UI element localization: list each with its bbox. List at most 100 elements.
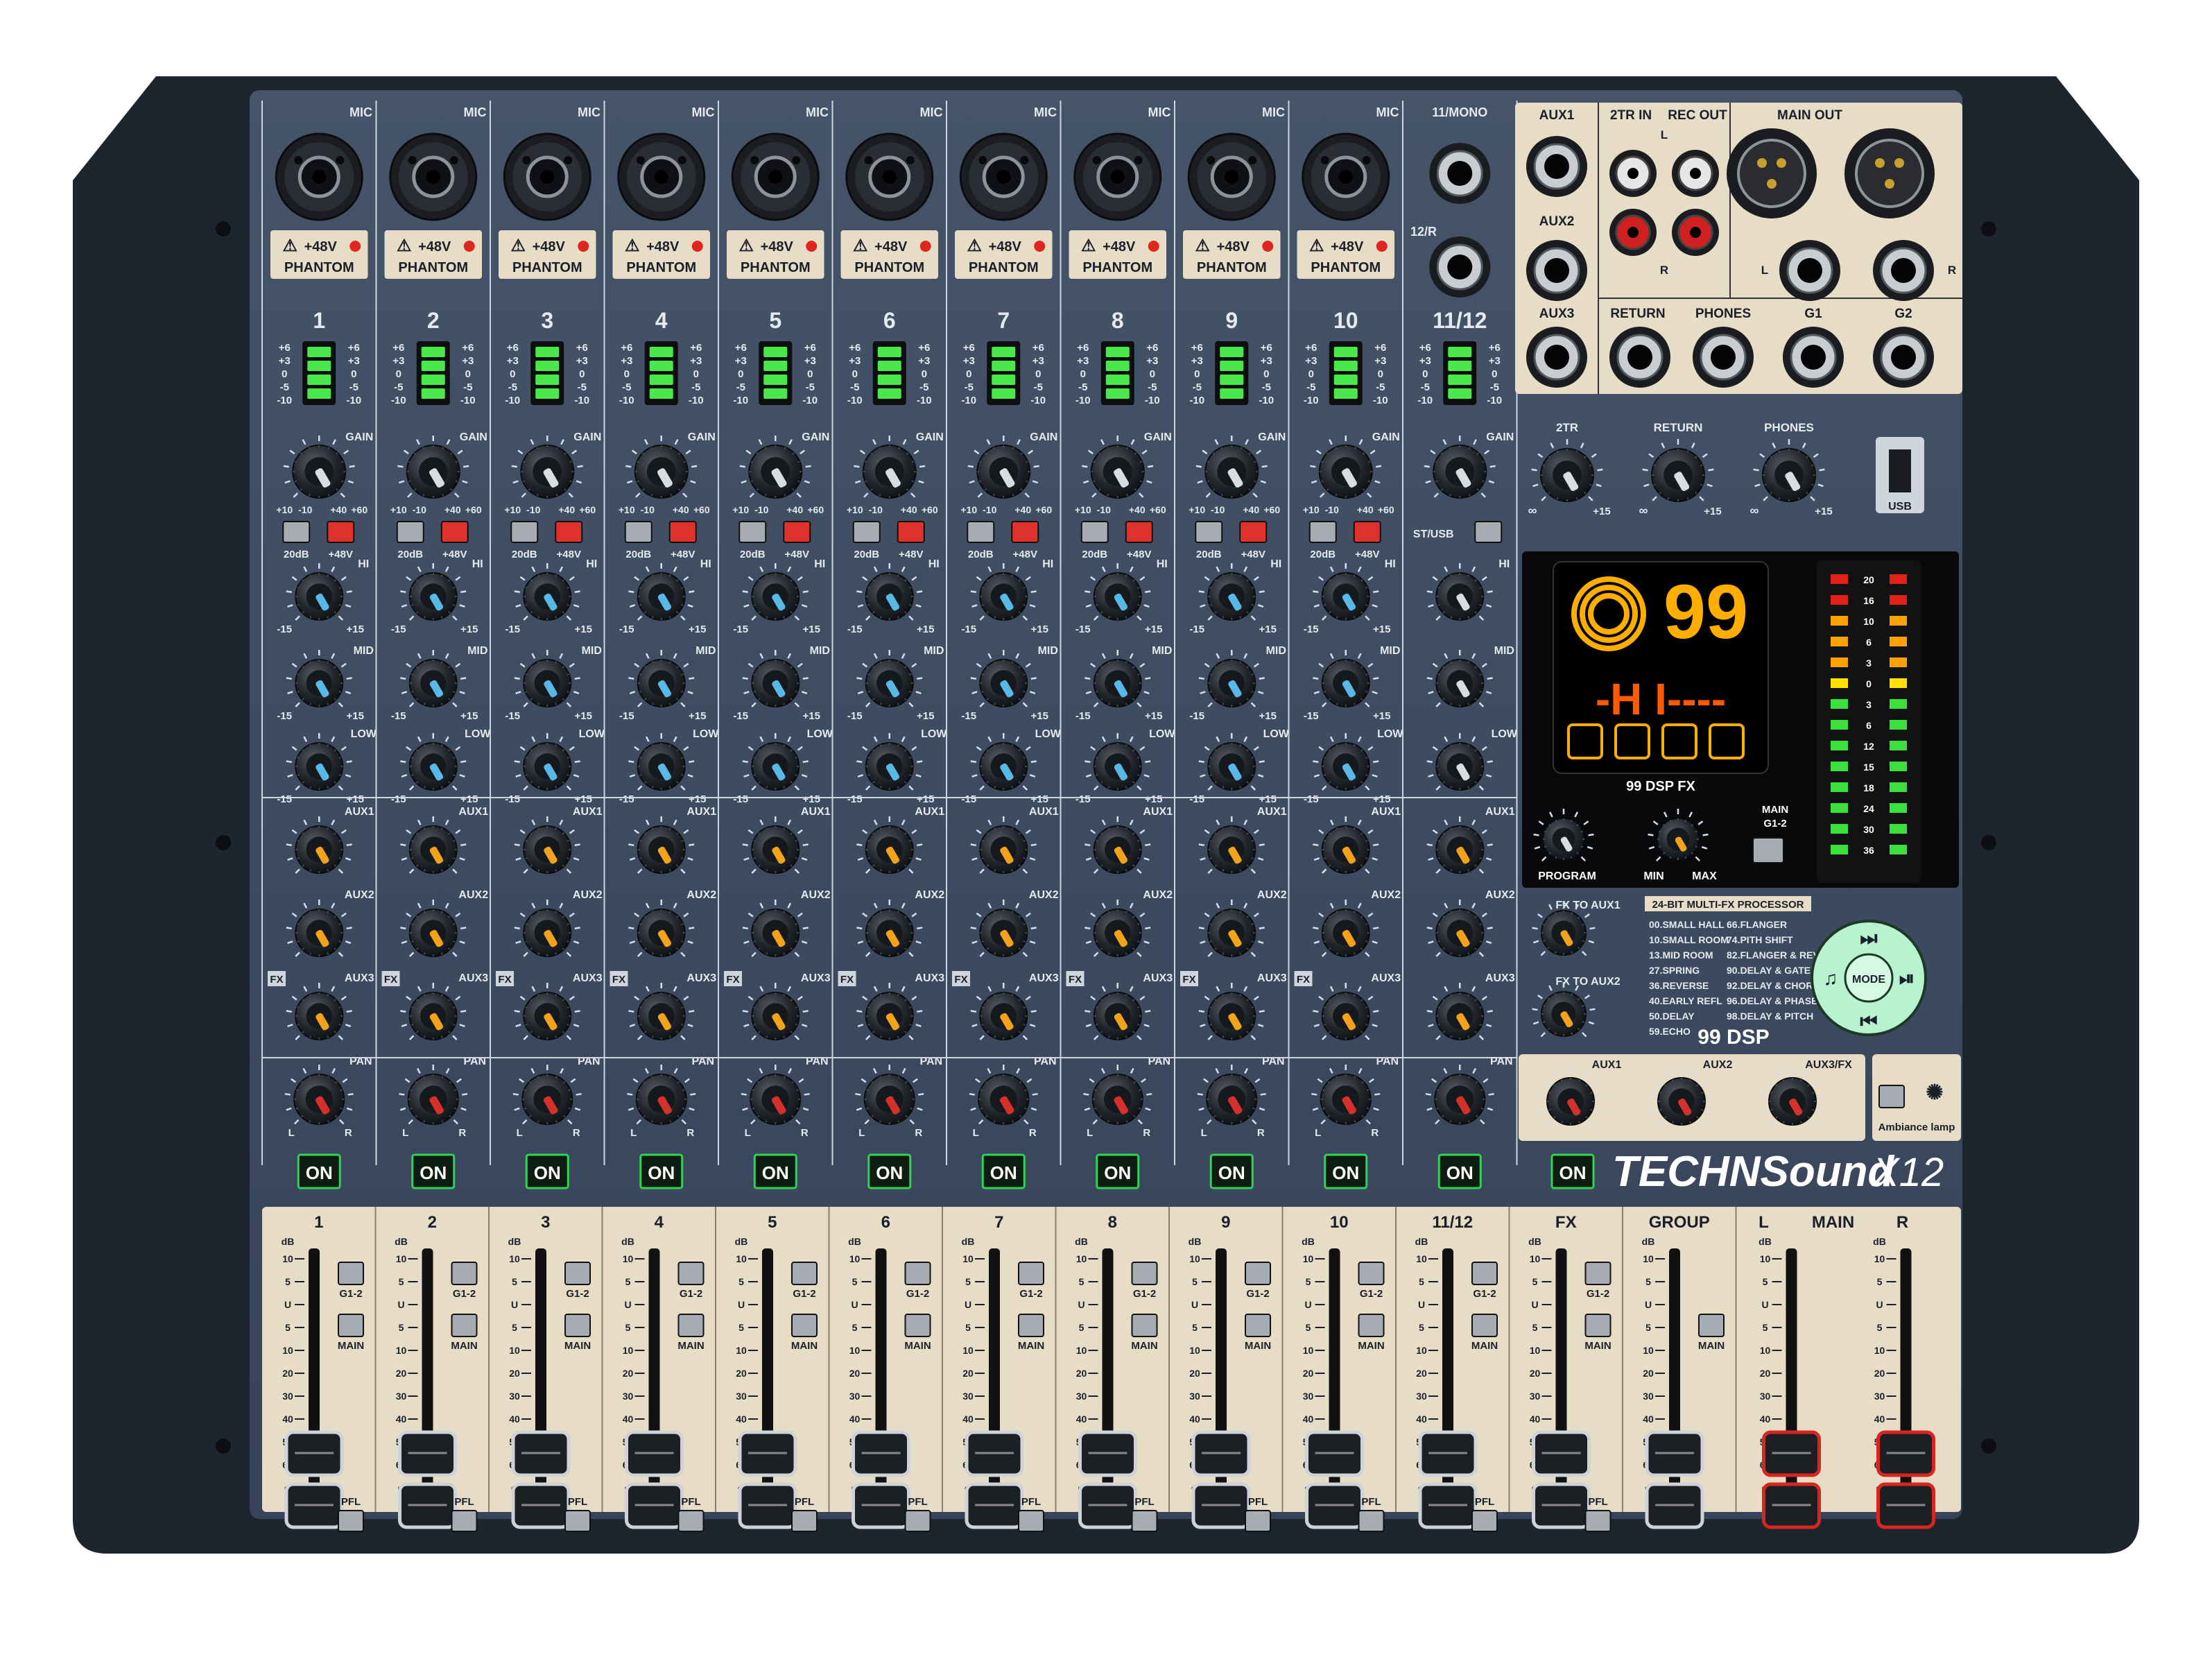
pfl-button[interactable] (1584, 1510, 1612, 1532)
main-assign-button[interactable] (338, 1314, 364, 1337)
fader-scale: 5 (852, 1322, 858, 1333)
pad-button[interactable] (282, 521, 311, 543)
phantom-button[interactable] (897, 521, 925, 543)
line-input-11[interactable] (1429, 143, 1491, 204)
g12-button[interactable] (1245, 1262, 1271, 1285)
phantom-button[interactable] (440, 521, 469, 543)
g2-output-jack[interactable] (1873, 327, 1934, 388)
phantom-button[interactable] (555, 521, 583, 543)
meter-scale-label: +3 (1261, 355, 1272, 367)
group-main-button[interactable] (1698, 1314, 1725, 1337)
gain-scale: -10 (983, 504, 996, 515)
ambiance-lamp-button[interactable] (1878, 1085, 1905, 1108)
mic-input-10[interactable] (1302, 132, 1390, 221)
main-assign-button[interactable] (564, 1314, 591, 1337)
main-assign-button[interactable] (1584, 1314, 1612, 1337)
g12-button[interactable] (1358, 1262, 1385, 1285)
pad-button[interactable] (1195, 521, 1223, 543)
main-assign-button[interactable] (1018, 1314, 1044, 1337)
mic-input-1[interactable] (275, 132, 363, 221)
main-label: MAIN (904, 1340, 931, 1352)
pad-button[interactable] (510, 521, 539, 543)
pfl-button[interactable] (338, 1510, 364, 1532)
mic-input-2[interactable] (389, 132, 478, 221)
phantom-button[interactable] (1239, 521, 1268, 543)
pfl-button[interactable] (1018, 1510, 1044, 1532)
main-out-l-jack[interactable] (1779, 240, 1840, 301)
fader-scale: 10 (1530, 1345, 1541, 1356)
pad-button[interactable] (1080, 521, 1109, 543)
g12-button[interactable] (1131, 1262, 1158, 1285)
phantom-button[interactable] (668, 521, 697, 543)
main-assign-button[interactable] (904, 1314, 931, 1337)
main-out-r-xlr[interactable] (1844, 128, 1935, 218)
g12-button[interactable] (338, 1262, 364, 1285)
pfl-button[interactable] (451, 1510, 478, 1532)
main-out-l-xlr[interactable] (1727, 128, 1817, 218)
aux2-output-jack[interactable] (1526, 240, 1587, 301)
pfl-button[interactable] (1358, 1510, 1385, 1532)
aux3-output-jack[interactable] (1526, 327, 1587, 388)
phones-jack[interactable] (1693, 327, 1754, 388)
main-assign-button[interactable] (1358, 1314, 1385, 1337)
mode-navigation-pad[interactable]: MODE ⏭ ⏮ ♫ ⏯ (1811, 920, 1927, 1036)
pfl-button[interactable] (904, 1510, 931, 1532)
st-usb-button[interactable] (1474, 521, 1503, 543)
main-assign-button[interactable] (1131, 1314, 1158, 1337)
mic-input-9[interactable] (1187, 132, 1276, 221)
mic-input-7[interactable] (959, 132, 1048, 221)
pfl-button[interactable] (1471, 1510, 1498, 1532)
pfl-button[interactable] (677, 1510, 705, 1532)
pad-button[interactable] (624, 521, 653, 543)
pfl-button[interactable] (791, 1510, 818, 1532)
main-assign-button[interactable] (451, 1314, 478, 1337)
rec-out-l-rca-jack[interactable] (1672, 150, 1719, 197)
gain-scale: +40 (1243, 504, 1259, 515)
rec-out-r-rca-jack[interactable] (1672, 209, 1719, 256)
pad-button[interactable] (738, 521, 767, 543)
g12-button[interactable] (677, 1262, 705, 1285)
pad-button[interactable] (1308, 521, 1337, 543)
eq-mid-label: MID (1266, 645, 1286, 657)
2tr-in-r-rca-jack[interactable] (1609, 209, 1657, 256)
main-assign-button[interactable] (1471, 1314, 1498, 1337)
aux1-output-jack[interactable] (1526, 136, 1587, 197)
g12-button[interactable] (451, 1262, 478, 1285)
line-input-12[interactable] (1429, 237, 1491, 298)
mic-input-5[interactable] (731, 132, 820, 221)
phantom-button[interactable] (327, 521, 355, 543)
mic-input-3[interactable] (503, 132, 591, 221)
g1-output-jack[interactable] (1783, 327, 1844, 388)
pad-button[interactable] (396, 521, 424, 543)
phantom-button[interactable] (783, 521, 811, 543)
pfl-button[interactable] (564, 1510, 591, 1532)
eq-max-label: +15 (460, 793, 478, 805)
mic-input-6[interactable] (845, 132, 934, 221)
g12-button[interactable] (791, 1262, 818, 1285)
pfl-button[interactable] (1245, 1510, 1271, 1532)
knob-min-label: ∞ (1750, 504, 1759, 517)
pad-button[interactable] (852, 521, 881, 543)
mic-input-8[interactable] (1073, 132, 1162, 221)
return-jack[interactable] (1609, 327, 1670, 388)
main-assign-button[interactable] (791, 1314, 818, 1337)
phantom-button[interactable] (1353, 521, 1381, 543)
g12-button[interactable] (1584, 1262, 1612, 1285)
dsp-assign-button[interactable] (1752, 837, 1784, 863)
pfl-button[interactable] (1131, 1510, 1158, 1532)
2tr-in-l-rca-jack[interactable] (1609, 150, 1657, 197)
main-assign-button[interactable] (1245, 1314, 1271, 1337)
g12-button[interactable] (564, 1262, 591, 1285)
phantom-button[interactable] (1125, 521, 1153, 543)
mono-input-label: 11/MONO (1432, 105, 1487, 119)
g12-button[interactable] (1018, 1262, 1044, 1285)
g12-button[interactable] (1471, 1262, 1498, 1285)
g12-button[interactable] (904, 1262, 931, 1285)
main-assign-button[interactable] (677, 1314, 705, 1337)
mic-input-4[interactable] (617, 132, 706, 221)
meter-scale-label: +6 (918, 342, 930, 354)
main-out-r-jack[interactable] (1873, 240, 1934, 301)
pad-button[interactable] (967, 521, 995, 543)
meter-scale-label: +6 (507, 342, 519, 354)
phantom-button[interactable] (1011, 521, 1039, 543)
